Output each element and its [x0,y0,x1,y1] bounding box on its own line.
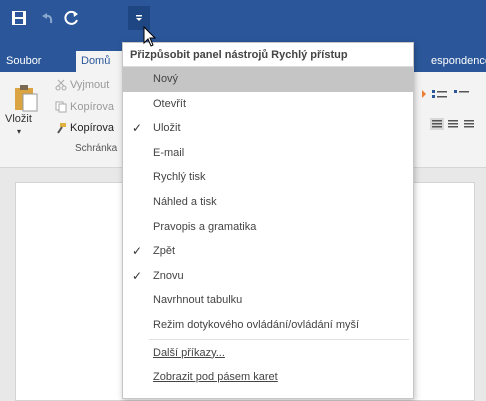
menu-item-label: Nový [153,73,179,85]
menu-item-quick-print[interactable]: Rychlý tisk [123,165,413,190]
paragraph-icons[interactable] [422,76,486,136]
undo-icon[interactable] [37,8,57,28]
menu-item-label: Znovu [153,269,184,282]
menu-item-show-below-ribbon[interactable]: Zobrazit pod pásem karet [123,365,413,390]
menu-item-label: Rychlý tisk [153,171,206,184]
menu-item-open[interactable]: Otevřít [123,92,413,117]
menu-item-label: E-mail [153,146,185,159]
menu-item-label: Zpět [153,245,176,258]
paste-icon [15,85,38,112]
copy-icon [55,101,67,113]
paste-dropdown-icon[interactable]: ▾ [17,127,21,136]
checkmark-icon: ✓ [131,268,143,283]
copy-button[interactable]: Kopírova [55,98,114,116]
tab-mailings[interactable]: espondence [431,51,486,72]
menu-item-spelling[interactable]: Pravopis a gramatika [123,215,413,240]
menu-header: Přizpůsobit panel nástrojů Rychlý přístu… [123,43,413,67]
copy-label: Kopírova [70,101,115,113]
menu-item-undo[interactable]: ✓ Zpět [123,239,413,264]
checkmark-icon: ✓ [131,244,143,259]
menu-item-draw-table[interactable]: Navrhnout tabulku [123,288,413,313]
paintbrush-icon [57,123,66,134]
mouse-pointer-icon [143,26,157,47]
menu-item-print-preview[interactable]: Náhled a tisk [123,190,413,215]
format-painter-label: Kopírova [70,122,115,134]
menu-item-new[interactable]: Nový [123,67,413,92]
menu-item-label: Režim dotykového ovládání/ovládání myší [153,318,360,331]
scissors-icon [55,79,67,91]
checkmark-icon: ✓ [131,121,143,136]
cut-label: Vyjmout [70,79,110,91]
title-bar [0,0,486,38]
cut-button[interactable]: Vyjmout [55,76,109,94]
menu-item-label: Náhled a tisk [153,195,217,208]
menu-separator [149,338,409,340]
redo-icon[interactable] [62,8,82,28]
menu-item-email[interactable]: E-mail [123,141,413,166]
tab-home[interactable]: Domů [76,51,126,72]
clipboard-group-label: Schránka [75,143,118,154]
tab-file[interactable]: Soubor [6,51,41,72]
menu-item-label: Pravopis a gramatika [153,220,257,233]
customize-qat-menu: Přizpůsobit panel nástrojů Rychlý přístu… [122,42,414,399]
menu-item-save[interactable]: ✓ Uložit [123,116,413,141]
paste-label: Vložit [5,113,32,125]
menu-item-touch-mode[interactable]: Režim dotykového ovládání/ovládání myší [123,313,413,338]
format-painter-button[interactable]: Kopírova [55,119,114,137]
menu-item-label: Navrhnout tabulku [153,294,243,307]
menu-item-redo[interactable]: ✓ Znovu [123,264,413,289]
menu-item-label: Uložit [153,122,181,135]
save-icon[interactable] [9,8,29,28]
menu-item-label: Otevřít [153,97,187,110]
menu-item-more-commands[interactable]: Další příkazy... [123,341,413,366]
